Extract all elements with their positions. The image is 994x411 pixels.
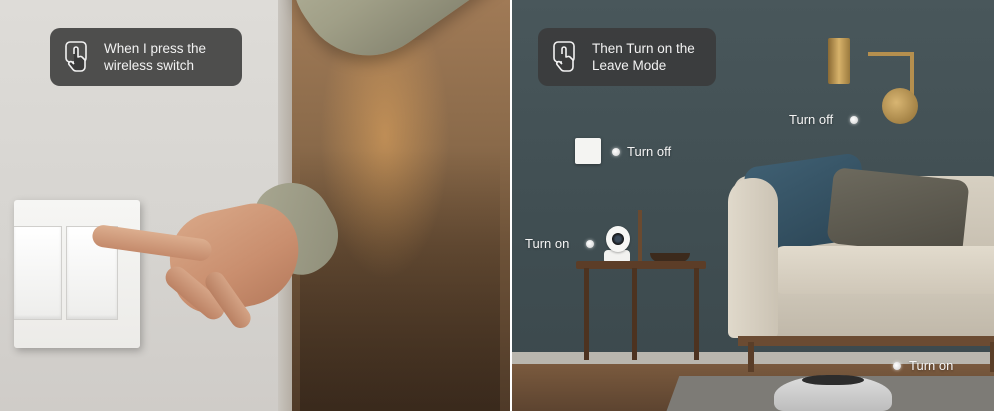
- camera-status-dot: [586, 240, 594, 248]
- lamp-status-dot: [850, 116, 858, 124]
- wall-lamp-shade: [828, 38, 850, 84]
- side-table-leg: [584, 268, 589, 360]
- action-callout: Then Turn on the Leave Mode: [538, 28, 716, 86]
- sofa-leg: [748, 342, 754, 372]
- trigger-text: When I press the wireless switch: [104, 41, 207, 73]
- robot-status-dot: [893, 362, 901, 370]
- wall-lamp-mount: [882, 88, 918, 124]
- switch-key-left: [14, 226, 62, 320]
- trigger-callout: When I press the wireless switch: [50, 28, 242, 86]
- smart-wall-switch: [575, 138, 601, 164]
- lamp-status-label: Turn off: [789, 112, 834, 127]
- action-text: Then Turn on the Leave Mode: [592, 41, 695, 73]
- tap-hand-icon: [65, 41, 87, 72]
- camera-status-label: Turn on: [525, 236, 570, 251]
- wall-switch-status-dot: [612, 148, 620, 156]
- robot-status-label: Turn on: [909, 358, 954, 373]
- doorway-shadow: [300, 150, 500, 411]
- wall-lamp-arm: [868, 52, 914, 56]
- sofa-arm: [728, 178, 778, 338]
- grey-pillow: [826, 167, 970, 257]
- robot-vacuum-top: [802, 375, 864, 385]
- camera-lens: [612, 233, 624, 245]
- side-table-leg: [694, 268, 699, 360]
- wall-switch-status-label: Turn off: [627, 144, 672, 159]
- smart-home-scene: When I press the wireless switch Then Tu…: [0, 0, 994, 411]
- sofa-cushion: [774, 246, 994, 294]
- table-decor-stick: [638, 210, 642, 262]
- tap-hand-icon: [553, 41, 575, 72]
- side-table-top: [576, 261, 706, 269]
- side-table-leg: [632, 268, 637, 360]
- sofa-frame: [738, 336, 994, 346]
- sofa-leg: [990, 342, 994, 372]
